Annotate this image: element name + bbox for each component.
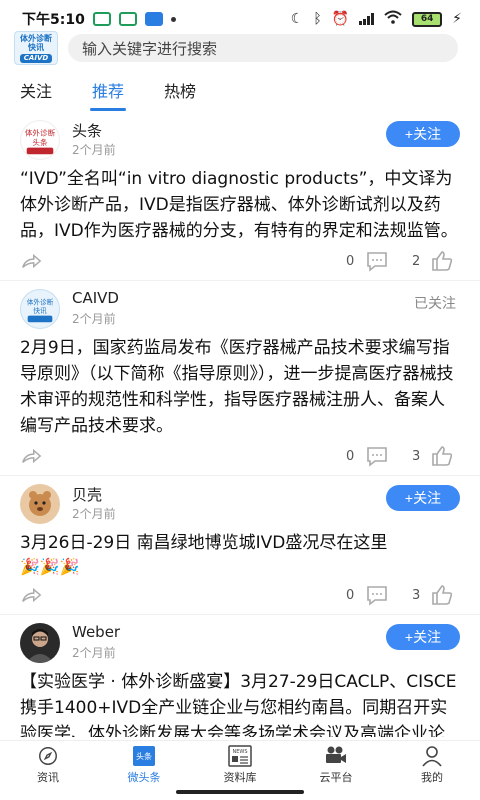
logo-line2: 快讯	[28, 42, 44, 52]
headline-icon: 头条	[133, 746, 155, 766]
comment-icon[interactable]	[365, 444, 389, 468]
thumbs-up-icon[interactable]	[430, 444, 454, 468]
news-icon: NEWS	[228, 745, 252, 767]
followed-label[interactable]: 已关注	[414, 293, 456, 313]
alarm-icon: ⏰	[331, 11, 350, 27]
feed-list[interactable]: 体外诊断 头条 头条 2个月前 +关注 “IVD”全名叫“in vitro di…	[0, 112, 480, 737]
avatar[interactable]	[20, 623, 60, 663]
post-actions: 0 3	[20, 578, 460, 614]
bottom-nav: 资讯 头条 微头条 NEWS 资料库 云平台 我的	[0, 740, 480, 786]
wifi-icon	[384, 10, 402, 28]
status-time: 下午5:10	[22, 12, 85, 28]
charging-icon: ⚡	[452, 11, 462, 27]
signal-icon	[359, 13, 375, 25]
follow-button[interactable]: +关注	[386, 624, 460, 650]
nav-label: 我的	[421, 771, 443, 784]
search-input[interactable]: 输入关键字进行搜索	[68, 34, 458, 62]
video-camera-icon	[326, 746, 346, 763]
nav-news[interactable]: 资讯	[0, 741, 96, 786]
share-icon[interactable]	[20, 584, 42, 606]
logo-line1: 体外诊断	[20, 33, 52, 43]
nav-label: 微头条	[127, 771, 161, 784]
svg-text:体外诊断: 体外诊断	[27, 297, 54, 306]
thumbs-up-icon[interactable]	[430, 249, 454, 273]
nav-label: 资料库	[223, 771, 257, 784]
comment-count: 0	[346, 449, 355, 464]
nav-micro-headlines[interactable]: 头条 微头条	[96, 741, 192, 786]
share-icon[interactable]	[20, 250, 42, 272]
user-icon	[422, 746, 442, 767]
thumbs-up-icon[interactable]	[430, 583, 454, 607]
do-not-disturb-icon: ☾	[290, 11, 304, 27]
status-icons: ☾ ᛒ ⏰ 64 ⚡	[291, 10, 462, 28]
follow-button[interactable]: +关注	[386, 485, 460, 511]
post-author[interactable]: 贝壳	[72, 484, 102, 505]
post-author[interactable]: CAIVD	[72, 289, 119, 307]
like-count: 3	[412, 449, 421, 464]
comment-icon[interactable]	[365, 583, 389, 607]
compass-icon	[39, 747, 57, 765]
party-emoji: 🎉🎉🎉	[20, 557, 80, 576]
post-time: 2个月前	[72, 143, 116, 157]
search-placeholder: 输入关键字进行搜索	[82, 39, 218, 58]
post-header: 贝壳 2个月前 +关注	[20, 476, 460, 526]
avatar[interactable]	[20, 484, 60, 524]
post-author[interactable]: Weber	[72, 623, 120, 641]
svg-text:头条: 头条	[32, 137, 48, 147]
nav-library[interactable]: NEWS 资料库	[192, 741, 288, 786]
nav-profile[interactable]: 我的	[384, 741, 480, 786]
post-text[interactable]: 3月26日-29日 南昌绿地博览城IVD盛况尽在这里	[20, 530, 460, 556]
post-text[interactable]: “IVD”全名叫“in vitro diagnostic products”，中…	[20, 166, 460, 244]
feed-post[interactable]: Weber 2个月前 +关注 【实验医学 · 体外诊断盛宴】3月27-29日CA…	[0, 614, 480, 737]
svg-text:体外诊断: 体外诊断	[25, 127, 56, 137]
more-notifications-icon	[170, 16, 176, 22]
post-time: 2个月前	[72, 507, 116, 521]
like-count: 2	[412, 254, 421, 269]
comment-icon[interactable]	[365, 249, 389, 273]
svg-text:头条: 头条	[136, 751, 152, 761]
post-text[interactable]: 2月9日，国家药监局发布《医疗器械产品技术要求编写指导原则》（以下简称《指导原则…	[20, 335, 460, 439]
post-author[interactable]: 头条	[72, 120, 102, 141]
wechat-notification-icon	[92, 12, 111, 26]
comment-count: 0	[346, 588, 355, 603]
svg-text:NEWS: NEWS	[232, 749, 247, 755]
app-logo[interactable]: 体外诊断 快讯 CAIVD	[14, 31, 58, 65]
feed-post[interactable]: 体外诊断 头条 头条 2个月前 +关注 “IVD”全名叫“in vitro di…	[0, 112, 480, 280]
post-actions: 0 2	[20, 244, 460, 280]
download-notification-icon	[144, 12, 163, 26]
nav-label: 云平台	[319, 771, 353, 784]
tab-following[interactable]: 关注	[20, 78, 52, 102]
nav-cloud-platform[interactable]: 云平台	[288, 741, 384, 786]
home-indicator[interactable]	[176, 790, 304, 794]
tab-trending[interactable]: 热榜	[164, 78, 196, 102]
post-actions: 0 3	[20, 439, 460, 475]
avatar[interactable]: 体外诊断 快讯	[20, 289, 60, 329]
post-header: 体外诊断 快讯 CAIVD 2个月前 已关注	[20, 281, 460, 331]
follow-button[interactable]: +关注	[386, 121, 460, 147]
post-time: 2个月前	[72, 646, 116, 660]
feed-post[interactable]: 体外诊断 快讯 CAIVD 2个月前 已关注 2月9日，国家药监局发布《医疗器械…	[0, 280, 480, 475]
post-time: 2个月前	[72, 312, 116, 326]
post-header: 体外诊断 头条 头条 2个月前 +关注	[20, 112, 460, 162]
header: 体外诊断 快讯 CAIVD 输入关键字进行搜索	[0, 30, 480, 66]
nav-label: 资讯	[37, 771, 59, 784]
svg-text:快讯: 快讯	[33, 306, 47, 315]
post-text[interactable]: 【实验医学 · 体外诊断盛宴】3月27-29日CACLP、CISCE携手1400…	[20, 669, 460, 737]
feed-tabs: 关注 推荐 热榜	[0, 70, 480, 111]
battery-icon: 64	[412, 11, 443, 27]
avatar[interactable]: 体外诊断 头条	[20, 120, 60, 160]
comment-count: 0	[346, 254, 355, 269]
bluetooth-icon: ᛒ	[313, 11, 322, 27]
app-notification-icon	[118, 12, 137, 26]
logo-line3: CAIVD	[19, 53, 53, 63]
like-count: 3	[412, 588, 421, 603]
share-icon[interactable]	[20, 445, 42, 467]
feed-post[interactable]: 贝壳 2个月前 +关注 3月26日-29日 南昌绿地博览城IVD盛况尽在这里 🎉…	[0, 475, 480, 614]
tab-recommended[interactable]: 推荐	[90, 78, 127, 111]
post-header: Weber 2个月前 +关注	[20, 615, 460, 665]
